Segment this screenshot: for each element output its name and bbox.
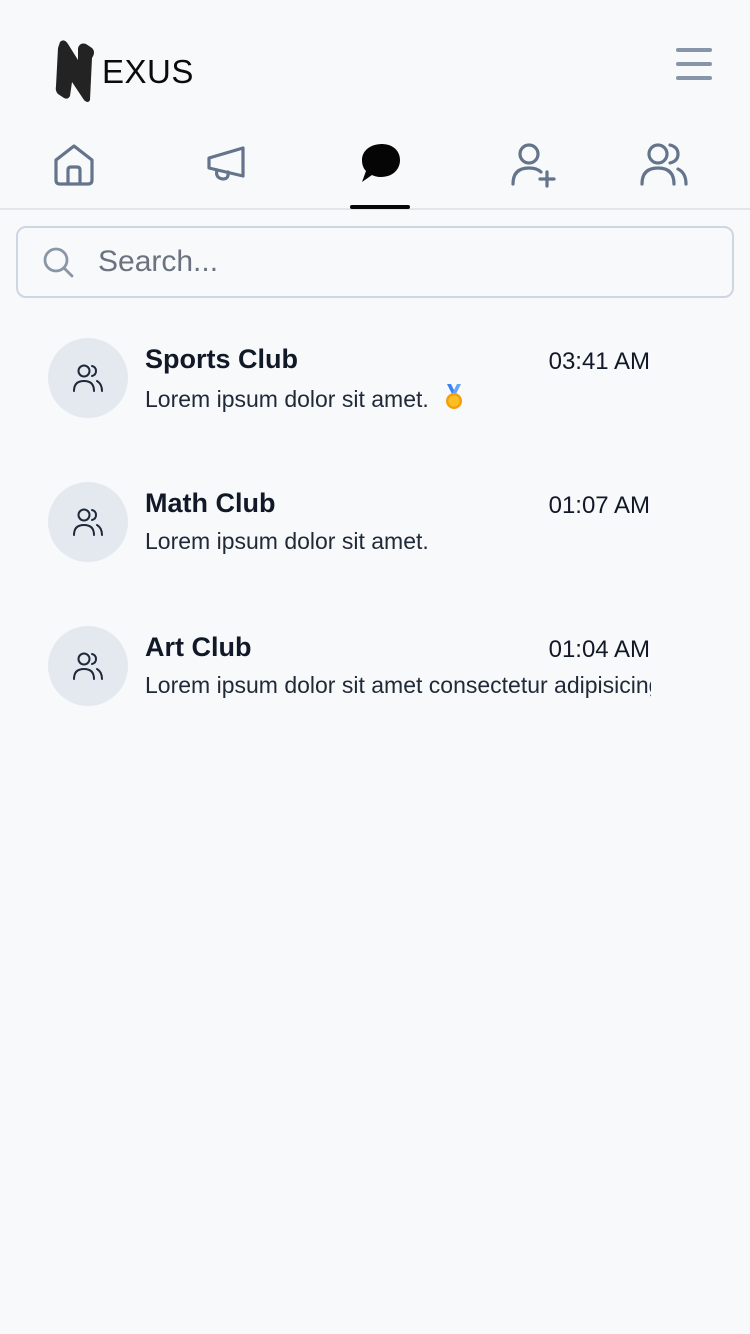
group-avatar (48, 338, 128, 418)
group-avatar (48, 626, 128, 706)
home-icon (54, 144, 94, 186)
chat-name: Math Club (145, 488, 276, 518)
chat-item-math-club[interactable]: Math Club 01:07 AM Lorem ipsum dolor sit… (0, 482, 750, 592)
search-input[interactable] (98, 228, 718, 296)
users-icon (73, 364, 103, 392)
chat-name: Sports Club (145, 344, 298, 374)
chat-name: Art Club (145, 632, 252, 662)
users-icon (73, 652, 103, 680)
tab-chats[interactable] (345, 140, 415, 209)
chat-bubble-icon (362, 144, 400, 182)
chat-last-message: Lorem ipsum dolor sit amet consectetur a… (145, 672, 651, 698)
chat-item-sports-club[interactable]: Sports Club 03:41 AM Lorem ipsum dolor s… (0, 338, 750, 448)
brand-name: EXUS (102, 52, 194, 90)
hamburger-menu-icon (676, 48, 712, 52)
chat-message-text: Lorem ipsum dolor sit amet. (145, 386, 429, 412)
chat-time: 01:04 AM (548, 636, 650, 663)
tab-bar (0, 130, 750, 210)
tab-groups[interactable] (629, 140, 699, 206)
users-icon (73, 508, 103, 536)
users-icon (640, 143, 688, 186)
hamburger-line (676, 62, 712, 66)
chat-time: 01:07 AM (548, 492, 650, 519)
megaphone-icon (207, 146, 245, 181)
hamburger-menu-button[interactable] (672, 44, 716, 84)
search-icon (43, 247, 74, 278)
chat-last-message: Lorem ipsum dolor sit amet. (145, 384, 651, 413)
group-avatar (48, 482, 128, 562)
app-root: EXUS Search... Sports Club 03:41 AM Lore… (0, 0, 750, 1334)
hamburger-line (676, 76, 712, 80)
brand-logo[interactable]: EXUS (54, 38, 194, 104)
chat-last-message: Lorem ipsum dolor sit amet. (145, 528, 429, 554)
tab-home[interactable] (39, 140, 109, 206)
tab-add-user[interactable] (498, 140, 568, 206)
medal-icon (446, 384, 463, 409)
user-plus-icon (511, 143, 556, 188)
chat-time: 03:41 AM (548, 348, 650, 375)
search-bar[interactable] (16, 226, 734, 298)
app-header: EXUS (0, 0, 750, 130)
chat-item-art-club[interactable]: Art Club 01:04 AM Lorem ipsum dolor sit … (0, 626, 750, 736)
tab-announcements[interactable] (192, 140, 262, 206)
brand-logo-mark-icon (55, 40, 94, 102)
